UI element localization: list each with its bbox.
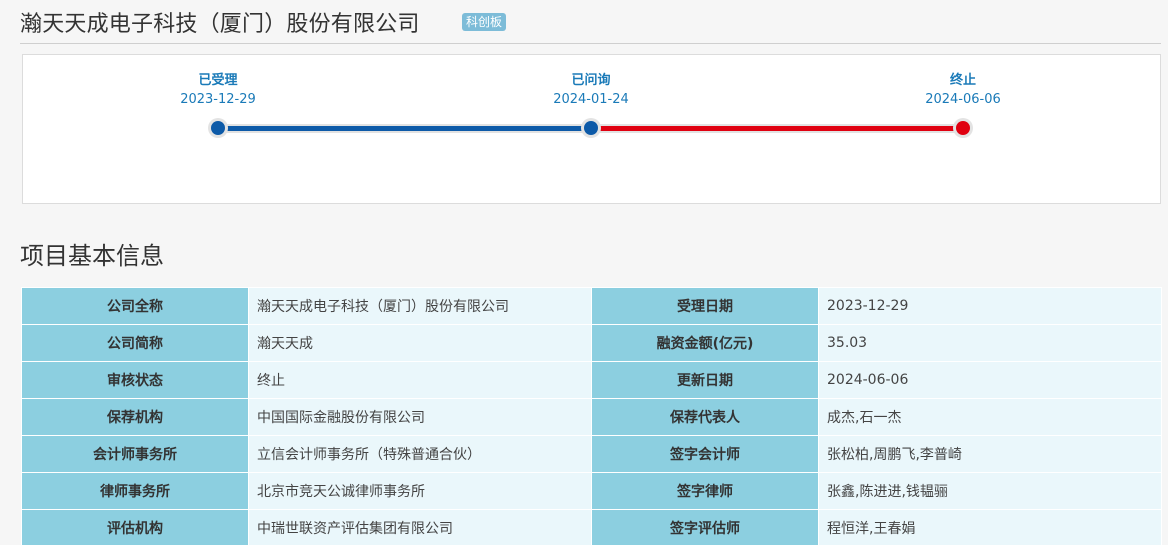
- timeline-step-label: 终止: [949, 73, 976, 88]
- field-value: 成杰,石一杰: [818, 398, 1162, 436]
- company-title: 瀚天天成电子科技（厦门）股份有限公司: [20, 12, 420, 37]
- timeline-dot-inquired: [581, 118, 601, 138]
- field-label: 签字评估师: [591, 509, 819, 545]
- table-row: 公司简称 瀚天天成 融资金额(亿元) 35.03: [21, 324, 1162, 362]
- field-label: 更新日期: [591, 361, 819, 399]
- section-title: 项目基本信息: [20, 242, 164, 270]
- field-label: 评估机构: [21, 509, 249, 545]
- timeline-step-inquired: 已问询 2024-01-24: [521, 71, 661, 109]
- field-label: 保荐代表人: [591, 398, 819, 436]
- field-label: 签字会计师: [591, 435, 819, 473]
- field-value: 2023-12-29: [818, 287, 1162, 325]
- project-info-table: 公司全称 瀚天天成电子科技（厦门）股份有限公司 受理日期 2023-12-29 …: [21, 287, 1162, 545]
- timeline-step-label: 已受理: [198, 73, 238, 88]
- timeline-step-accepted: 已受理 2023-12-29: [148, 71, 288, 109]
- field-value: 瀚天天成电子科技（厦门）股份有限公司: [248, 287, 592, 325]
- field-value: 2024-06-06: [818, 361, 1162, 399]
- field-value: 中瑞世联资产评估集团有限公司: [248, 509, 592, 545]
- field-value: 张鑫,陈进进,钱韫骊: [818, 472, 1162, 510]
- field-value: 中国国际金融股份有限公司: [248, 398, 592, 436]
- table-row: 律师事务所 北京市竞天公诚律师事务所 签字律师 张鑫,陈进进,钱韫骊: [21, 472, 1162, 510]
- timeline-step-label: 已问询: [571, 73, 611, 88]
- field-label: 律师事务所: [21, 472, 249, 510]
- board-badge: 科创板: [462, 13, 507, 31]
- table-row: 评估机构 中瑞世联资产评估集团有限公司 签字评估师 程恒洋,王春娟: [21, 509, 1162, 545]
- timeline-step-date: 2024-01-24: [553, 92, 629, 107]
- field-label: 公司全称: [21, 287, 249, 325]
- field-label: 审核状态: [21, 361, 249, 399]
- field-value: 北京市竞天公诚律师事务所: [248, 472, 592, 510]
- timeline-dot-terminated: [953, 118, 973, 138]
- field-value: 终止: [248, 361, 592, 399]
- timeline-terminated-line: [591, 126, 963, 131]
- table-row: 保荐机构 中国国际金融股份有限公司 保荐代表人 成杰,石一杰: [21, 398, 1162, 436]
- progress-timeline: 已受理 2023-12-29 已问询 2024-01-24 终止 2024-06…: [22, 54, 1161, 204]
- field-label: 公司简称: [21, 324, 249, 362]
- company-header: 瀚天天成电子科技（厦门）股份有限公司 科创板: [20, 0, 1161, 44]
- table-row: 会计师事务所 立信会计师事务所（特殊普通合伙） 签字会计师 张松柏,周鹏飞,李普…: [21, 435, 1162, 473]
- timeline-step-date: 2024-06-06: [925, 92, 1001, 107]
- field-label: 会计师事务所: [21, 435, 249, 473]
- table-row: 审核状态 终止 更新日期 2024-06-06: [21, 361, 1162, 399]
- field-value: 程恒洋,王春娟: [818, 509, 1162, 545]
- table-row: 公司全称 瀚天天成电子科技（厦门）股份有限公司 受理日期 2023-12-29: [21, 287, 1162, 325]
- field-value: 立信会计师事务所（特殊普通合伙）: [248, 435, 592, 473]
- field-label: 签字律师: [591, 472, 819, 510]
- field-label: 受理日期: [591, 287, 819, 325]
- timeline-step-date: 2023-12-29: [180, 92, 256, 107]
- timeline-step-terminated: 终止 2024-06-06: [893, 71, 1033, 109]
- field-value: 35.03: [818, 324, 1162, 362]
- field-value: 瀚天天成: [248, 324, 592, 362]
- timeline-progress-line: [218, 126, 591, 131]
- field-label: 保荐机构: [21, 398, 249, 436]
- timeline-dot-accepted: [208, 118, 228, 138]
- field-value: 张松柏,周鹏飞,李普崎: [818, 435, 1162, 473]
- field-label: 融资金额(亿元): [591, 324, 819, 362]
